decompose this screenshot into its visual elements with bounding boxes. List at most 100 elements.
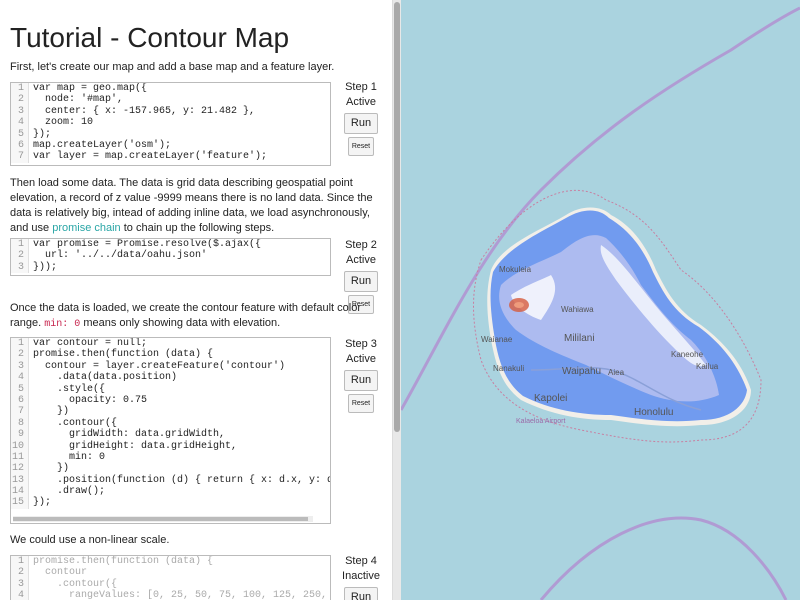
step1-reset-button[interactable]: Reset bbox=[347, 137, 375, 156]
code-line[interactable]: 2 node: '#map', bbox=[11, 94, 330, 106]
code-line[interactable]: 3 center: { x: -157.965, y: 21.482 }, bbox=[11, 105, 330, 118]
code-line[interactable]: 1 promise.then(function (data) { bbox=[11, 556, 330, 568]
step4-status: Inactive bbox=[342, 570, 380, 582]
code-text: zoom: 10 bbox=[33, 117, 94, 129]
step1-label: Step 1 bbox=[345, 81, 377, 93]
code-line[interactable]: 2 contour bbox=[11, 567, 330, 579]
line-number: 1 bbox=[11, 338, 29, 350]
line-number: 6 bbox=[11, 139, 29, 152]
promise-chain-link[interactable]: promise chain bbox=[52, 222, 120, 234]
intro-paragraph: First, let's create our map and add a ba… bbox=[10, 60, 386, 75]
nonlinear-paragraph: We could use a non-linear scale. bbox=[10, 533, 386, 548]
code-text: rangeValues: [0, 25, 50, 75, 100, 125, 2… bbox=[33, 590, 331, 600]
map-label-wahiawa: Wahiawa bbox=[561, 305, 594, 314]
code-editor-step4[interactable]: 1 promise.then(function (data) {2 contour… bbox=[10, 555, 331, 600]
code-text: .contour({ bbox=[33, 417, 118, 429]
page-scrollbar[interactable] bbox=[392, 0, 401, 600]
map-label-kapolei: Kapolei bbox=[534, 393, 568, 404]
code-text: opacity: 0.75 bbox=[33, 394, 148, 406]
code-line[interactable]: 4 rangeValues: [0, 25, 50, 75, 100, 125,… bbox=[11, 590, 330, 600]
code-line[interactable]: 6 opacity: 0.75 bbox=[11, 394, 330, 407]
intro-text: First, let's create our map and add a ba… bbox=[10, 61, 335, 73]
nonlinear-text: We could use a non-linear scale. bbox=[10, 534, 170, 546]
line-number: 14 bbox=[11, 486, 29, 498]
code-line[interactable]: 3 contour = layer.createFeature('contour… bbox=[11, 360, 330, 373]
code-text: }); bbox=[33, 128, 52, 140]
code-line[interactable]: 4 .data(data.position) bbox=[11, 372, 330, 384]
boundary-line-lower bbox=[539, 516, 788, 600]
step4-run-button[interactable]: Run bbox=[343, 587, 379, 600]
map-label-waipahu: Waipahu bbox=[562, 366, 602, 377]
line-number: 4 bbox=[11, 117, 29, 129]
map-label-nanakuli: Nanakuli bbox=[493, 364, 525, 373]
code-line[interactable]: 6 map.createLayer('osm'); bbox=[11, 139, 330, 152]
editor-scrollbar-thumb[interactable] bbox=[13, 517, 308, 521]
line-number: 1 bbox=[11, 239, 29, 251]
code-line[interactable]: 8 .contour({ bbox=[11, 417, 330, 430]
code-line[interactable]: 3 .contour({ bbox=[11, 578, 330, 591]
contour-text-end: means only showing data with elevation. bbox=[80, 317, 281, 329]
line-number: 7 bbox=[11, 151, 29, 163]
code-line[interactable]: 13 .position(function (d) { return { x: … bbox=[11, 474, 330, 487]
step3-run-button[interactable]: Run bbox=[343, 370, 379, 391]
code-text: gridHeight: data.gridHeight, bbox=[33, 440, 238, 452]
code-line[interactable]: 5 .style({ bbox=[11, 383, 330, 395]
line-number: 2 bbox=[11, 349, 29, 361]
line-number: 10 bbox=[11, 440, 29, 452]
code-line[interactable]: 12 }) bbox=[11, 463, 330, 475]
code-line[interactable]: 7 var layer = map.createLayer('feature'); bbox=[11, 151, 330, 163]
step2-label: Step 2 bbox=[345, 239, 377, 251]
code-line[interactable]: 1 var promise = Promise.resolve($.ajax({ bbox=[11, 239, 330, 251]
code-text: promise.then(function (data) { bbox=[33, 556, 214, 567]
step3-status: Active bbox=[346, 353, 376, 365]
line-number: 2 bbox=[11, 94, 29, 106]
code-line[interactable]: 7 }) bbox=[11, 406, 330, 418]
code-editor-step2[interactable]: 1 var promise = Promise.resolve($.ajax({2… bbox=[10, 238, 331, 276]
line-number: 5 bbox=[11, 128, 29, 140]
code-text: .style({ bbox=[33, 383, 106, 395]
map-label-kailua: Kailua bbox=[696, 362, 719, 371]
line-number: 1 bbox=[11, 83, 29, 95]
code-text: .draw(); bbox=[33, 486, 106, 498]
map-canvas bbox=[401, 6, 800, 600]
line-number: 8 bbox=[11, 417, 29, 430]
code-line[interactable]: 11 min: 0 bbox=[11, 451, 330, 464]
editor-horizontal-scrollbar[interactable] bbox=[13, 516, 313, 522]
code-line[interactable]: 2 promise.then(function (data) { bbox=[11, 349, 330, 361]
code-text: }); bbox=[33, 497, 52, 509]
code-line[interactable]: 2 url: '../../data/oahu.json' bbox=[11, 250, 330, 262]
map-label-aiea: Aiea bbox=[608, 368, 625, 377]
code-text: map.createLayer('osm'); bbox=[33, 139, 172, 151]
code-line[interactable]: 14 .draw(); bbox=[11, 486, 330, 498]
code-line[interactable]: 1 var map = geo.map({ bbox=[11, 83, 330, 95]
code-text: center: { x: -157.965, y: 21.482 }, bbox=[33, 105, 256, 117]
code-line[interactable]: 4 zoom: 10 bbox=[11, 117, 330, 129]
code-text: min: 0 bbox=[33, 451, 106, 463]
code-text: gridWidth: data.gridWidth, bbox=[33, 429, 226, 441]
step3-label: Step 3 bbox=[345, 338, 377, 350]
code-line[interactable]: 1 var contour = null; bbox=[11, 338, 330, 350]
code-line[interactable]: 10 gridHeight: data.gridHeight, bbox=[11, 440, 330, 452]
map-label-mililani: Mililani bbox=[564, 333, 595, 344]
code-editor-step1[interactable]: 1 var map = geo.map({2 node: '#map', 3 cen… bbox=[10, 82, 331, 166]
code-text: var layer = map.createLayer('feature'); bbox=[33, 151, 268, 163]
step4-label: Step 4 bbox=[345, 555, 377, 567]
page-scrollbar-thumb[interactable] bbox=[394, 2, 400, 432]
code-line[interactable]: 15}); bbox=[11, 497, 330, 509]
map-viewport[interactable]: Mokuleia Wahiawa Waianae Mililani Nanaku… bbox=[401, 0, 800, 600]
code-text: var map = geo.map({ bbox=[33, 83, 148, 94]
code-line[interactable]: 5}); bbox=[11, 128, 330, 140]
code-text: contour = layer.createFeature('contour') bbox=[33, 360, 286, 372]
min-code: min: 0 bbox=[44, 319, 81, 330]
code-line[interactable]: 3})); bbox=[11, 261, 330, 274]
step3-reset-button[interactable]: Reset bbox=[347, 394, 375, 413]
code-editor-step3[interactable]: 1 var contour = null; 2 promise.then(functi… bbox=[10, 337, 331, 524]
contour-peak-inner bbox=[514, 302, 524, 308]
step2-run-button[interactable]: Run bbox=[343, 271, 379, 292]
line-number: 3 bbox=[11, 578, 29, 591]
line-number: 13 bbox=[11, 474, 29, 487]
line-number: 2 bbox=[11, 567, 29, 579]
load-data-text-end: to chain up the following steps. bbox=[120, 222, 275, 234]
step1-run-button[interactable]: Run bbox=[343, 113, 379, 134]
code-line[interactable]: 9 gridWidth: data.gridWidth, bbox=[11, 429, 330, 441]
